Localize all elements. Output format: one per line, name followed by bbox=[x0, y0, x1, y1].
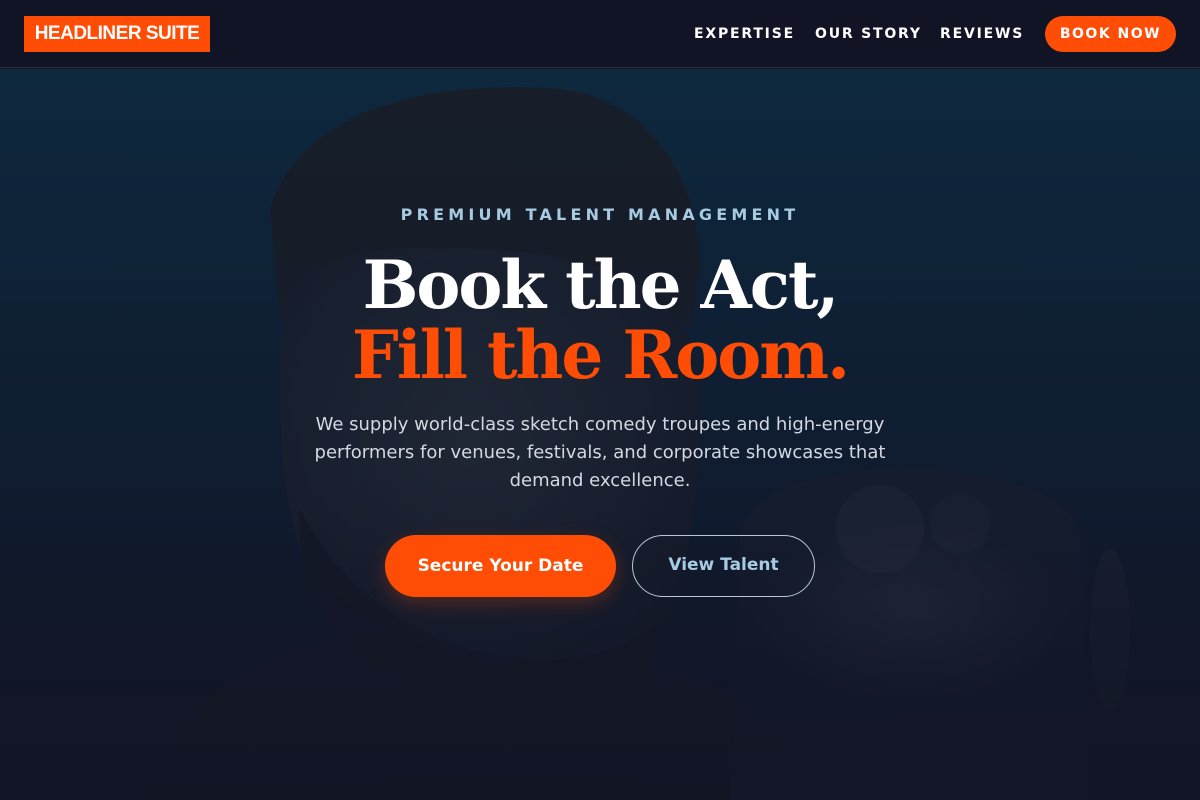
nav-link-reviews[interactable]: REVIEWS bbox=[940, 24, 1024, 44]
nav-link-our-story[interactable]: OUR STORY bbox=[815, 24, 922, 44]
hero-headline-line1: Book the Act, bbox=[362, 246, 840, 324]
secure-your-date-button[interactable]: Secure Your Date bbox=[385, 535, 616, 597]
hero-section: PREMIUM TALENT MANAGEMENT Book the Act, … bbox=[0, 69, 1200, 800]
nav-link-expertise[interactable]: EXPERTISE bbox=[694, 24, 795, 44]
hero-headline-line2: Fill the Room. bbox=[351, 316, 850, 394]
view-talent-button[interactable]: View Talent bbox=[632, 535, 815, 597]
hero-eyebrow: PREMIUM TALENT MANAGEMENT bbox=[400, 205, 800, 224]
hero-description: We supply world-class sketch comedy trou… bbox=[314, 414, 886, 491]
site-header: HEADLINER SUITE EXPERTISE OUR STORY REVI… bbox=[0, 0, 1200, 68]
logo[interactable]: HEADLINER SUITE bbox=[24, 16, 210, 52]
book-now-button[interactable]: BOOK NOW bbox=[1045, 16, 1176, 52]
